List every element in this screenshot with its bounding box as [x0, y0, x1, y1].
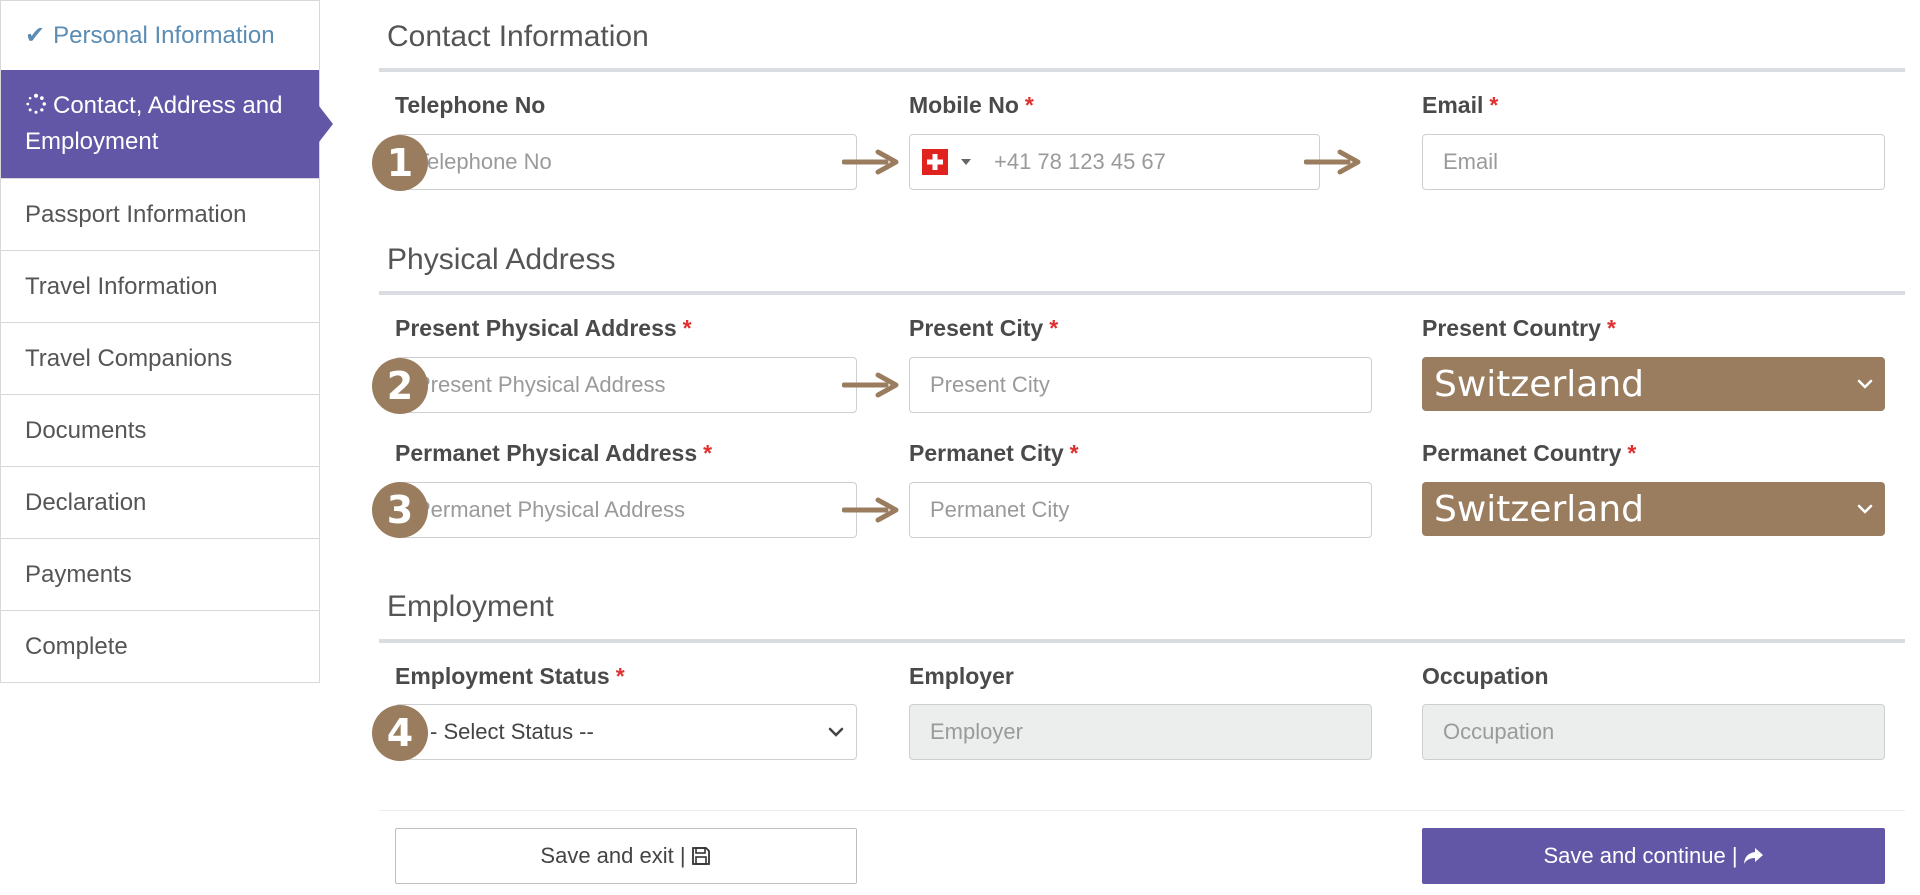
sidebar-item-label: Personal Information: [53, 21, 275, 49]
chevron-down-icon: [828, 727, 844, 737]
employment-status-value: - Select Status --: [430, 719, 594, 744]
sidebar-item-travel-information[interactable]: Travel Information: [1, 250, 319, 322]
permanent-address-input[interactable]: [395, 482, 857, 538]
arrow-right-icon: [1304, 149, 1361, 175]
email-label: Email *: [1422, 92, 1499, 118]
occupation-input: [1422, 704, 1885, 760]
mobile-label: Mobile No *: [909, 92, 1034, 118]
present-address-input[interactable]: [395, 357, 857, 413]
mobile-input[interactable]: +41 78 123 45 67: [909, 134, 1320, 190]
step-sidebar: ✔ Personal Information Contact, Address …: [0, 0, 333, 683]
present-city-label: Present City *: [909, 315, 1059, 341]
sidebar-item-travel-companions[interactable]: Travel Companions: [1, 322, 319, 394]
sidebar-item-label: Travel Companions: [25, 344, 233, 372]
employment-status-select[interactable]: - Select Status --: [395, 704, 857, 760]
step-badge-1: 1: [372, 135, 428, 191]
arrow-right-icon: [842, 497, 899, 523]
section-title-contact: Contact Information: [387, 20, 649, 53]
caret-down-icon[interactable]: [960, 156, 972, 168]
email-input[interactable]: [1422, 134, 1885, 190]
share-arrow-icon: [1743, 848, 1763, 864]
employer-label: Employer: [909, 663, 1014, 689]
permanent-city-label: Permanet City *: [909, 440, 1079, 466]
sidebar-item-label: Travel Information: [25, 272, 218, 300]
spinner-icon: [26, 93, 46, 114]
section-divider: [379, 639, 1905, 643]
present-country-label: Present Country *: [1422, 315, 1616, 341]
chevron-down-icon: [1857, 379, 1873, 389]
save-and-continue-label: Save and continue |: [1543, 843, 1738, 868]
step-badge-4: 4: [372, 705, 428, 761]
present-city-input[interactable]: [909, 357, 1372, 413]
employment-status-label: Employment Status *: [395, 663, 625, 689]
permanent-country-label: Permanet Country *: [1422, 440, 1637, 466]
sidebar-item-documents[interactable]: Documents: [1, 394, 319, 466]
arrow-right-icon: [842, 149, 899, 175]
sidebar-item-complete[interactable]: Complete: [1, 610, 319, 682]
sidebar-item-payments[interactable]: Payments: [1, 538, 319, 610]
section-title-address: Physical Address: [387, 243, 616, 276]
present-address-label: Present Physical Address *: [395, 315, 692, 341]
sidebar-item-declaration[interactable]: Declaration: [1, 466, 319, 538]
switzerland-flag-icon[interactable]: [922, 149, 948, 175]
present-country-value: Switzerland: [1434, 363, 1644, 405]
section-divider: [379, 68, 1905, 72]
sidebar-item-label: Passport Information: [25, 200, 247, 228]
sidebar-item-label: Documents: [25, 416, 147, 444]
permanent-country-value: Switzerland: [1434, 488, 1644, 530]
sidebar-item-label: Payments: [25, 560, 132, 588]
mobile-placeholder: +41 78 123 45 67: [994, 149, 1166, 174]
sidebar-item-contact-address-employment[interactable]: Contact, Address and Employment: [1, 70, 333, 178]
sidebar-item-passport-information[interactable]: Passport Information: [1, 178, 319, 250]
telephone-label: Telephone No: [395, 92, 546, 118]
check-icon: ✔: [25, 22, 46, 49]
chevron-down-icon: [1857, 504, 1873, 514]
employer-input: [909, 704, 1372, 760]
permanent-country-select[interactable]: Switzerland: [1422, 482, 1885, 536]
telephone-input[interactable]: [395, 134, 857, 190]
permanent-address-label: Permanet Physical Address *: [395, 440, 713, 466]
sidebar-item-label: Declaration: [25, 488, 147, 516]
permanent-city-input[interactable]: [909, 482, 1372, 538]
save-and-exit-label: Save and exit |: [540, 843, 686, 868]
floppy-disk-icon: [691, 847, 710, 865]
save-and-exit-button[interactable]: Save and exit |: [395, 828, 857, 884]
occupation-label: Occupation: [1422, 663, 1549, 689]
sidebar-item-label: Contact, Address and Employment: [25, 92, 283, 155]
section-title-employment: Employment: [387, 590, 554, 623]
arrow-right-icon: [842, 372, 899, 398]
section-divider: [379, 291, 1905, 295]
footer-divider: [379, 810, 1905, 811]
step-badge-3: 3: [372, 482, 428, 538]
step-badge-2: 2: [372, 358, 428, 414]
present-country-select[interactable]: Switzerland: [1422, 357, 1885, 411]
sidebar-item-label: Complete: [25, 632, 128, 660]
save-and-continue-button[interactable]: Save and continue |: [1422, 828, 1885, 884]
sidebar-item-personal-information[interactable]: ✔ Personal Information: [1, 0, 319, 70]
